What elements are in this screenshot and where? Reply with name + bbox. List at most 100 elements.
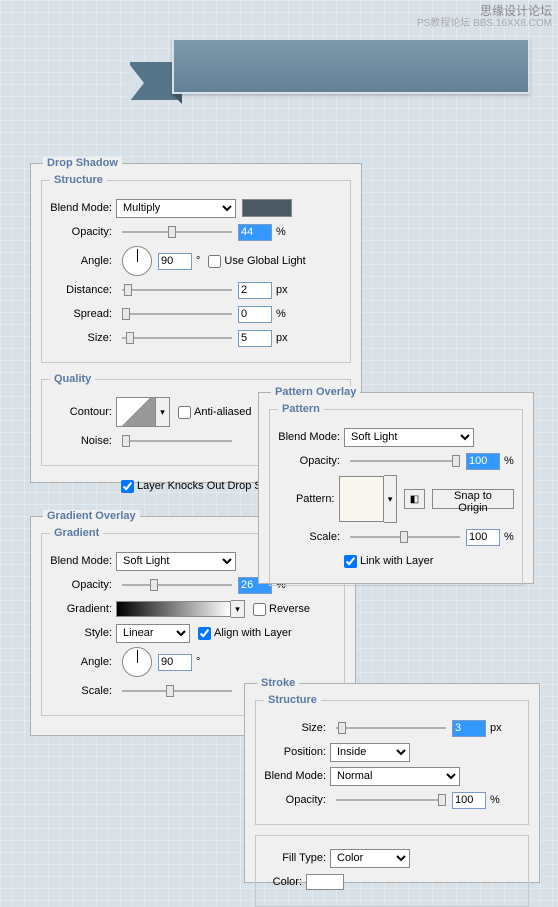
go-reverse-label: Reverse: [269, 603, 310, 615]
st-fill-group: Fill Type: Color Color:: [255, 835, 529, 907]
stroke-panel: Stroke Structure Size: px Position: Insi…: [244, 683, 540, 883]
st-structure-group: Structure Size: px Position: Inside Blen…: [255, 694, 529, 825]
ds-opacity-label: Opacity:: [50, 226, 116, 238]
po-scale-slider[interactable]: [350, 529, 460, 545]
st-size-input[interactable]: [452, 720, 486, 737]
ribbon-banner: [100, 38, 530, 94]
ds-global-light-label: Use Global Light: [224, 255, 305, 267]
go-blendmode-select[interactable]: Soft Light: [116, 552, 236, 571]
go-title: Gradient Overlay: [43, 510, 140, 522]
ds-opacity-slider[interactable]: [122, 224, 232, 240]
go-gradient-legend: Gradient: [50, 527, 103, 539]
po-scale-label: Scale:: [278, 531, 344, 543]
po-opacity-unit: %: [504, 455, 514, 467]
go-gradient-dropdown[interactable]: [231, 600, 245, 618]
po-scale-input[interactable]: [466, 529, 500, 546]
st-opacity-unit: %: [490, 794, 500, 806]
go-angle-dial[interactable]: [122, 647, 152, 677]
go-angle-input[interactable]: [158, 654, 192, 671]
ds-size-input[interactable]: [238, 330, 272, 347]
ds-structure-legend: Structure: [50, 174, 107, 186]
ds-spread-label: Spread:: [50, 308, 116, 320]
po-link-checkbox[interactable]: [344, 555, 357, 568]
st-color-label: Color:: [264, 876, 306, 888]
ds-antialias-label: Anti-aliased: [194, 406, 251, 418]
ds-spread-unit: %: [276, 308, 286, 320]
po-link-label: Link with Layer: [360, 555, 433, 567]
st-opacity-input[interactable]: [452, 792, 486, 809]
st-blendmode-select[interactable]: Normal: [330, 767, 460, 786]
ds-spread-input[interactable]: [238, 306, 272, 323]
ds-size-unit: px: [276, 332, 288, 344]
ds-blendmode-label: Blend Mode:: [50, 202, 116, 214]
go-align-label: Align with Layer: [214, 627, 292, 639]
pattern-overlay-panel: Pattern Overlay Pattern Blend Mode: Soft…: [258, 392, 534, 584]
ds-angle-input[interactable]: [158, 253, 192, 270]
ds-quality-legend: Quality: [50, 373, 95, 385]
po-pattern-legend: Pattern: [278, 403, 324, 415]
st-title: Stroke: [257, 677, 299, 689]
po-blendmode-select[interactable]: Soft Light: [344, 428, 474, 447]
po-pattern-swatch[interactable]: [339, 476, 385, 522]
ds-angle-unit: °: [196, 255, 200, 267]
st-blendmode-label: Blend Mode:: [264, 770, 330, 782]
ds-global-light-checkbox[interactable]: [208, 255, 221, 268]
go-gradient-label: Gradient:: [50, 603, 116, 615]
po-pattern-dropdown[interactable]: [384, 475, 397, 523]
ds-contour-dropdown[interactable]: [156, 397, 170, 427]
go-scale-label: Scale:: [50, 685, 116, 697]
ds-contour-swatch[interactable]: [116, 397, 156, 427]
ds-distance-label: Distance:: [50, 284, 116, 296]
po-opacity-input[interactable]: [466, 453, 500, 470]
ds-opacity-unit: %: [276, 226, 286, 238]
ds-opacity-input[interactable]: [238, 224, 272, 241]
go-gradient-bar[interactable]: [116, 601, 231, 617]
po-snap-button[interactable]: Snap to Origin: [432, 489, 514, 509]
go-blendmode-label: Blend Mode:: [50, 555, 116, 567]
go-angle-label: Angle:: [50, 656, 116, 668]
po-opacity-label: Opacity:: [278, 455, 344, 467]
st-filltype-select[interactable]: Color: [330, 849, 410, 868]
ds-contour-label: Contour:: [50, 406, 116, 418]
po-new-pattern-button[interactable]: ◧: [404, 489, 424, 509]
ds-knocksout-checkbox[interactable]: [121, 480, 134, 493]
st-size-unit: px: [490, 722, 502, 734]
ds-spread-slider[interactable]: [122, 306, 232, 322]
st-size-label: Size:: [264, 722, 330, 734]
ds-color-swatch[interactable]: [242, 199, 292, 217]
go-scale-slider[interactable]: [122, 683, 232, 699]
go-reverse-checkbox[interactable]: [253, 603, 266, 616]
st-color-swatch[interactable]: [306, 874, 344, 890]
go-opacity-slider[interactable]: [122, 577, 232, 593]
ds-angle-label: Angle:: [50, 255, 116, 267]
po-scale-unit: %: [504, 531, 514, 543]
st-size-slider[interactable]: [336, 720, 446, 736]
st-position-select[interactable]: Inside: [330, 743, 410, 762]
ds-antialias-checkbox[interactable]: [178, 406, 191, 419]
ds-noise-label: Noise:: [50, 435, 116, 447]
ds-blendmode-select[interactable]: Multiply: [116, 199, 236, 218]
ds-noise-slider[interactable]: [122, 433, 232, 449]
ds-distance-input[interactable]: [238, 282, 272, 299]
go-style-select[interactable]: Linear: [116, 624, 190, 643]
ds-distance-unit: px: [276, 284, 288, 296]
po-opacity-slider[interactable]: [350, 453, 460, 469]
drop-shadow-title: Drop Shadow: [43, 157, 122, 169]
ds-distance-slider[interactable]: [122, 282, 232, 298]
ds-size-label: Size:: [50, 332, 116, 344]
st-filltype-label: Fill Type:: [264, 852, 330, 864]
po-pattern-label: Pattern:: [278, 493, 339, 505]
ds-structure-group: Structure Blend Mode: Multiply Opacity: …: [41, 174, 351, 363]
po-blendmode-label: Blend Mode:: [278, 431, 344, 443]
po-pattern-group: Pattern Blend Mode: Soft Light Opacity: …: [269, 403, 523, 586]
go-angle-unit: °: [196, 656, 200, 668]
go-style-label: Style:: [50, 627, 116, 639]
ds-size-slider[interactable]: [122, 330, 232, 346]
go-align-checkbox[interactable]: [198, 627, 211, 640]
go-opacity-label: Opacity:: [50, 579, 116, 591]
ds-angle-dial[interactable]: [122, 246, 152, 276]
watermark: 思缘设计论坛 PS教程论坛 BBS.16XX8.COM: [417, 4, 552, 30]
st-opacity-label: Opacity:: [264, 794, 330, 806]
st-opacity-slider[interactable]: [336, 792, 446, 808]
po-title: Pattern Overlay: [271, 386, 360, 398]
